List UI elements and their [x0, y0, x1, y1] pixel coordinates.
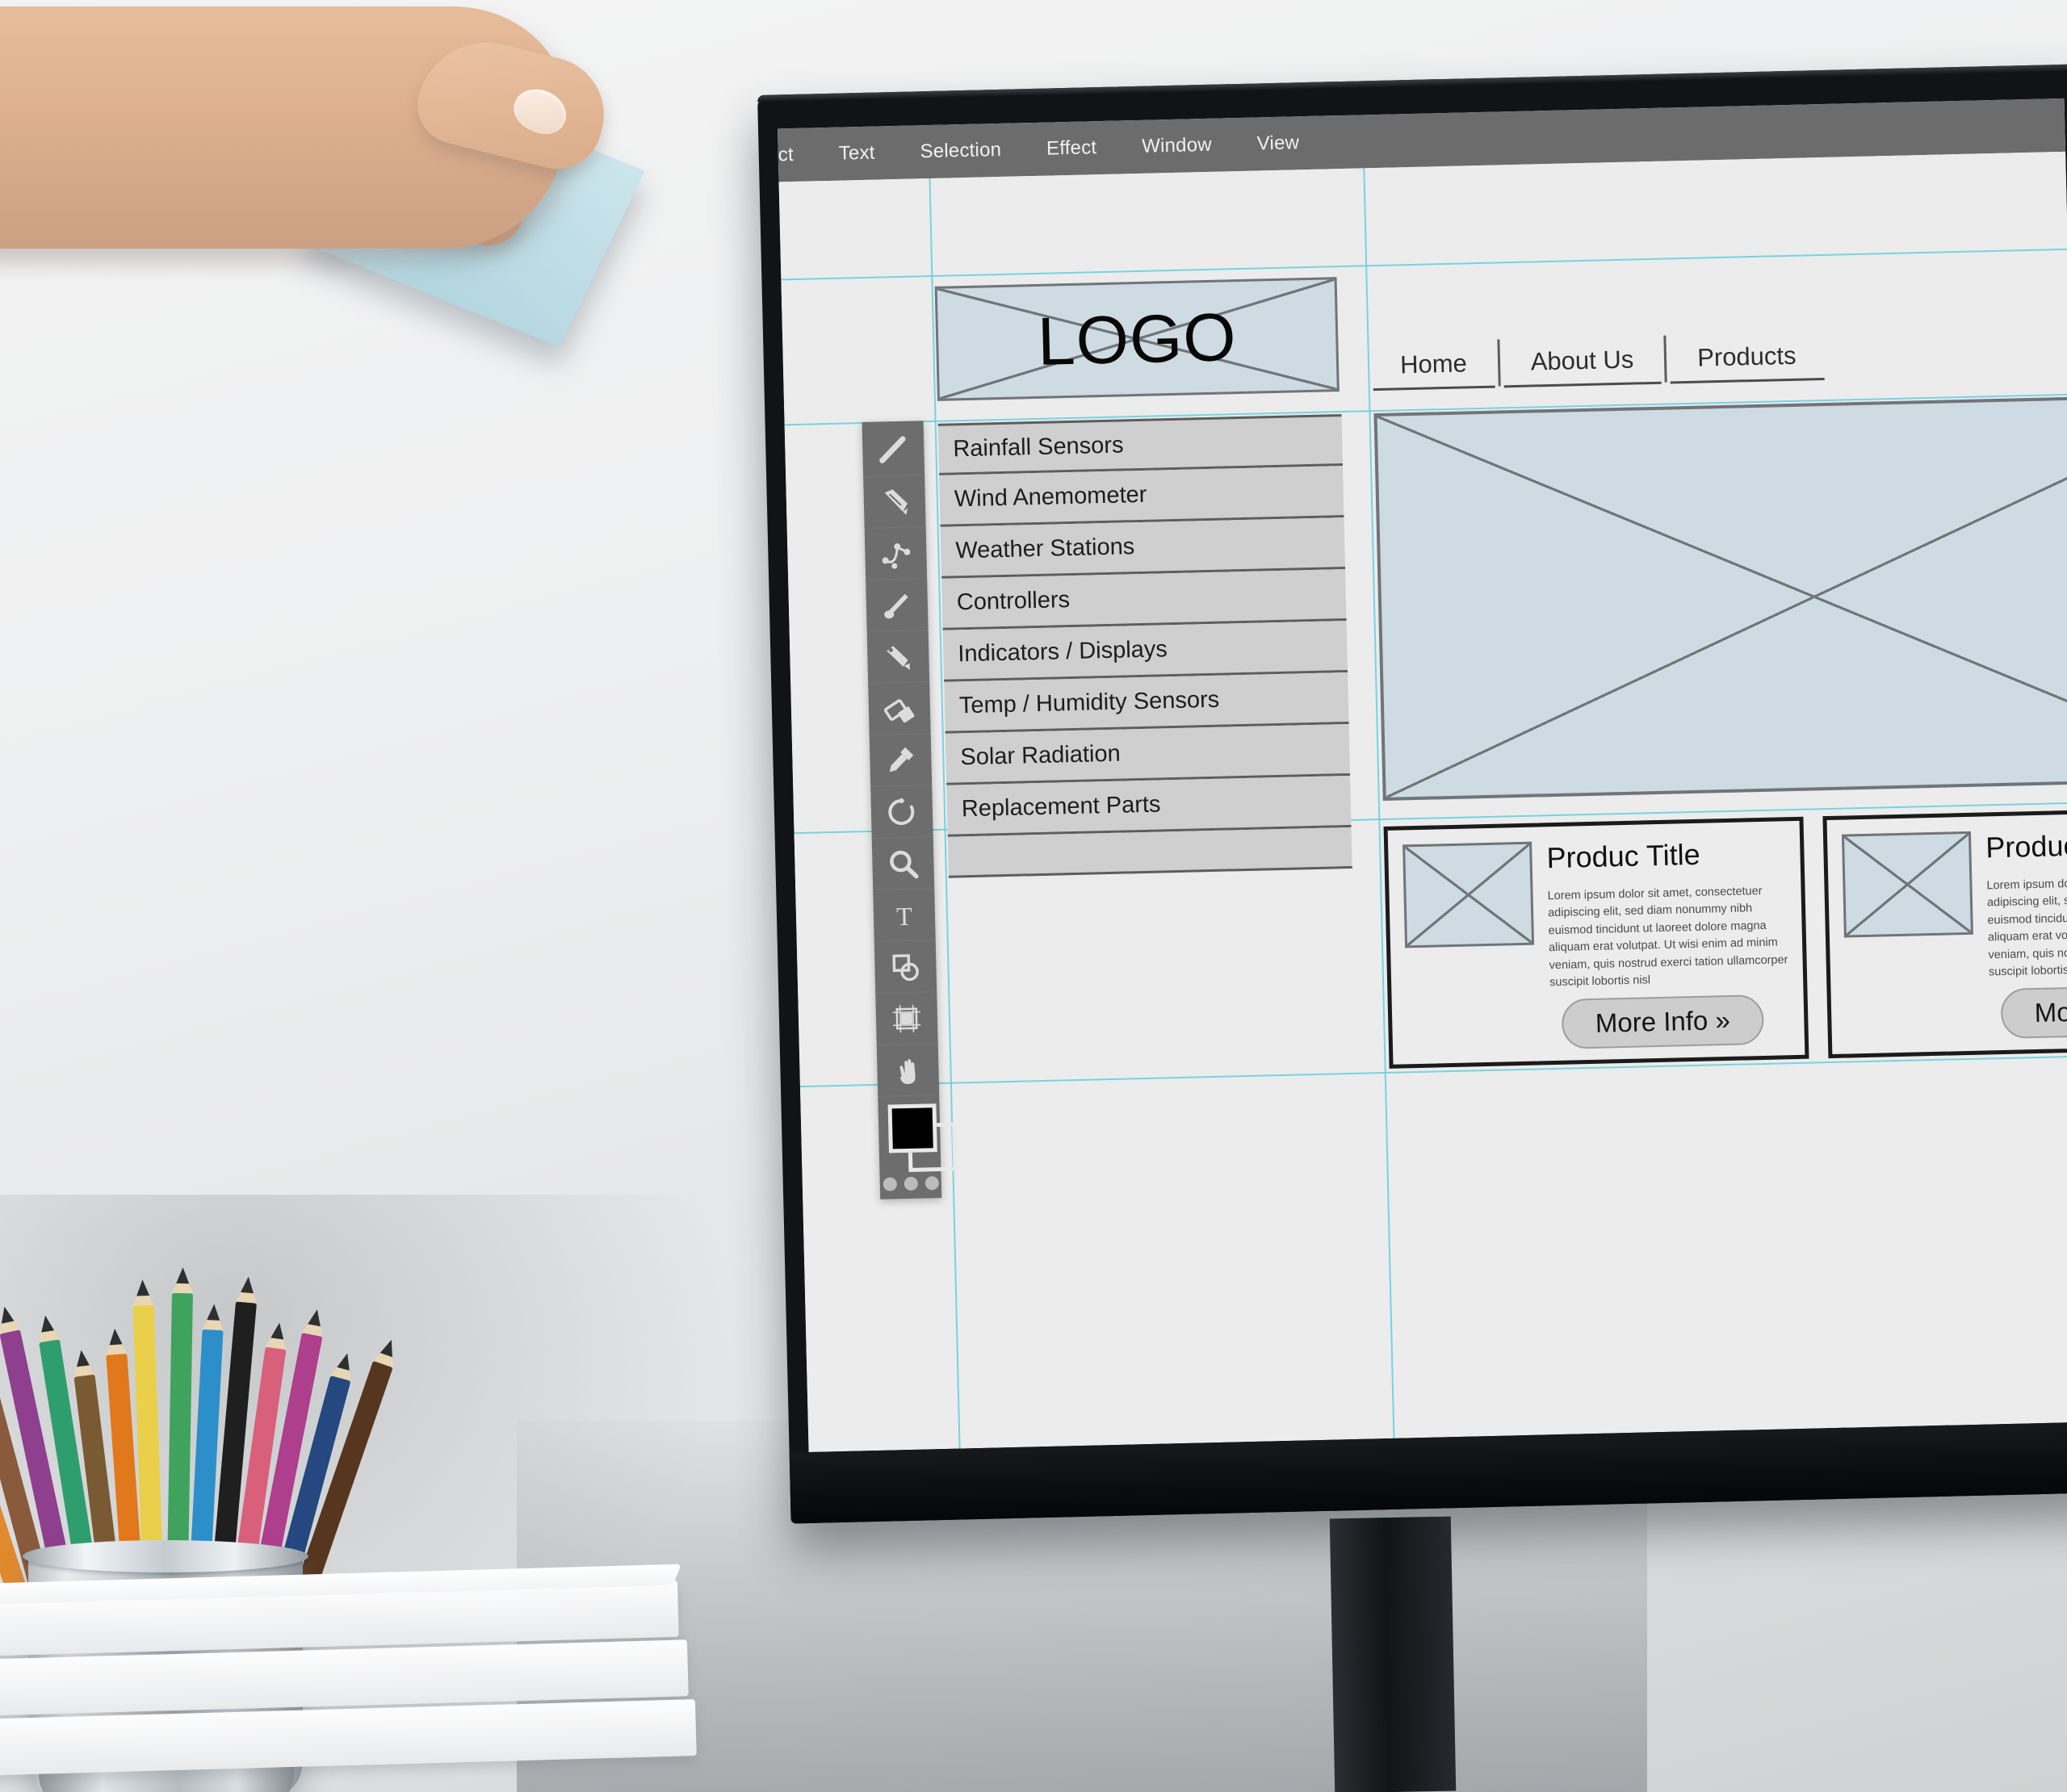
design-canvas[interactable]: T LOGO Home About Us Products Rainfall S…	[778, 151, 2067, 1452]
color-swatches[interactable]	[886, 1102, 958, 1172]
sidebar-item-label: Controllers	[956, 587, 1071, 616]
menu-item-view[interactable]: View	[1256, 132, 1299, 155]
category-sidebar[interactable]: Rainfall Sensors Wind Anemometer Weather…	[937, 414, 1352, 878]
line-tool-icon[interactable]	[862, 424, 925, 478]
color-mode-dots[interactable]	[880, 1173, 941, 1191]
nav-separator-2	[1663, 335, 1667, 383]
tool-palette[interactable]: T	[862, 421, 958, 1200]
nav-link-home[interactable]: Home	[1372, 348, 1495, 391]
nav-separator-1	[1497, 339, 1501, 387]
product-description: Lorem ipsum dolor sit amet, consectetuer…	[1547, 884, 1788, 990]
menu-item-effect[interactable]: Effect	[1046, 136, 1097, 160]
product-title: Produc Title	[1546, 837, 1701, 875]
sidebar-item-indicators-displays[interactable]: Indicators / Displays	[942, 620, 1348, 682]
shape-tool-icon[interactable]	[874, 940, 937, 994]
rotate-tool-icon[interactable]	[870, 785, 933, 839]
sidebar-item-wind-anemometer[interactable]: Wind Anemometer	[939, 466, 1344, 527]
white-books-stack	[0, 1564, 697, 1792]
paintbrush-tool-icon[interactable]	[866, 579, 929, 632]
sidebar-item-label: Replacement Parts	[961, 791, 1161, 823]
cup-rim	[23, 1540, 308, 1572]
sidebar-item-label: Temp / Humidity Sensors	[958, 686, 1220, 719]
thumb-x-line-2	[1405, 844, 1532, 946]
sidebar-item-label: Indicators / Displays	[958, 636, 1168, 668]
product-title: Produc Title	[1985, 827, 2067, 865]
sidebar-item-label: Wind Anemometer	[954, 481, 1147, 513]
color-dot-3[interactable]	[924, 1176, 939, 1191]
zoom-tool-icon[interactable]	[871, 837, 935, 890]
product-description: Lorem ipsum dolor sit amet, consectetuer…	[1986, 874, 2067, 979]
svg-text:T: T	[896, 901, 913, 930]
eraser-tool-icon[interactable]	[868, 682, 931, 735]
hero-image-placeholder[interactable]	[1373, 392, 2067, 801]
hand-tool-icon[interactable]	[876, 1044, 940, 1097]
pencil-tool-icon[interactable]	[863, 475, 926, 530]
monitor: ct Text Selection Effect Window View T L…	[757, 64, 2067, 1524]
sidebar-item-weather-stations[interactable]: Weather Stations	[940, 517, 1346, 579]
nav-link-about-us[interactable]: About Us	[1503, 344, 1662, 388]
sidebar-item-replacement-parts[interactable]: Replacement Parts	[946, 775, 1352, 837]
menu-item-window[interactable]: Window	[1142, 134, 1212, 158]
sidebar-item-label: Solar Radiation	[960, 740, 1122, 771]
logo-text: LOGO	[1036, 298, 1238, 379]
menu-item-object[interactable]: ct	[778, 144, 794, 166]
sidebar-item-rainfall-sensors[interactable]: Rainfall Sensors	[937, 414, 1344, 475]
color-dot-2[interactable]	[904, 1176, 918, 1191]
monitor-screen: ct Text Selection Effect Window View T L…	[777, 98, 2067, 1452]
fill-color-swatch[interactable]	[887, 1103, 937, 1153]
product-thumbnail-placeholder[interactable]	[1841, 831, 1973, 938]
artboard-tool-icon[interactable]	[875, 992, 938, 1045]
pen-tool-icon[interactable]	[864, 527, 928, 581]
sidebar-item-controllers[interactable]: Controllers	[941, 569, 1347, 630]
wireframe-page: LOGO Home About Us Products Rainfall Sen…	[933, 197, 2067, 1449]
color-dot-1[interactable]	[883, 1177, 897, 1191]
product-card[interactable]: Produc Title Lorem ipsum dolor sit amet,…	[1383, 816, 1809, 1069]
hero-x-line-2	[1377, 396, 2067, 798]
sidebar-item-label: Rainfall Sensors	[953, 431, 1124, 462]
menu-item-text[interactable]: Text	[838, 142, 874, 165]
site-navigation[interactable]: Home About Us Products	[1372, 332, 1825, 391]
sidebar-item-temp-humidity-sensors[interactable]: Temp / Humidity Sensors	[944, 672, 1349, 734]
product-card[interactable]: Produc Title Lorem ipsum dolor sit amet,…	[1822, 806, 2067, 1059]
sidebar-item-solar-radiation[interactable]: Solar Radiation	[945, 723, 1351, 785]
product-thumbnail-placeholder[interactable]	[1402, 841, 1535, 948]
product-card-row: Produc Title Lorem ipsum dolor sit amet,…	[1383, 806, 2067, 1069]
sidebar-item-label: Weather Stations	[954, 534, 1135, 564]
logo-placeholder[interactable]: LOGO	[934, 277, 1340, 401]
more-info-button[interactable]: More Info »	[1561, 994, 1765, 1049]
marker-tool-icon[interactable]	[866, 630, 930, 684]
type-tool-icon[interactable]: T	[873, 889, 936, 942]
monitor-stand	[1329, 1516, 1457, 1792]
eyedropper-tool-icon[interactable]	[869, 734, 933, 787]
thumb-x-line-2	[1844, 833, 1971, 936]
photo-scene: ct Text Selection Effect Window View T L…	[0, 0, 2067, 1792]
nav-link-products[interactable]: Products	[1669, 340, 1825, 384]
sidebar-list-tail	[947, 827, 1352, 878]
more-info-button[interactable]: More Info »	[2000, 984, 2067, 1040]
menu-item-selection[interactable]: Selection	[920, 139, 1001, 163]
